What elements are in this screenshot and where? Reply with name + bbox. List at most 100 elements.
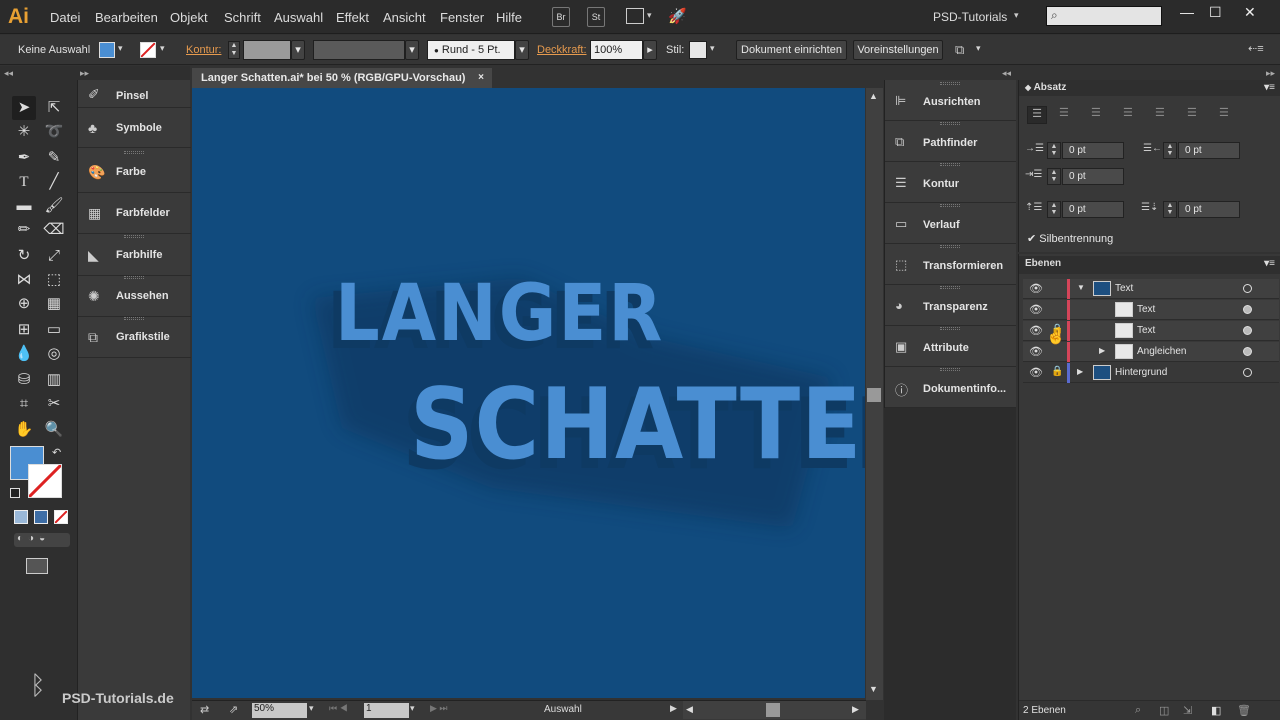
chevron-down-icon[interactable]: ▾ [647, 10, 652, 21]
shape-builder-tool-icon[interactable]: ⊕ [12, 292, 36, 316]
last-artboard-icon[interactable]: ▶ ⏭ [430, 703, 448, 714]
chevron-down-icon[interactable]: ▾ [291, 40, 305, 60]
stroke-weight-stepper[interactable]: ▲ ▼ [228, 41, 240, 59]
stroke-color-box[interactable] [27, 463, 63, 499]
gpu-performance-icon[interactable]: 🚀 [668, 7, 687, 25]
search-input[interactable]: ⌕ [1046, 6, 1162, 26]
color-mode-icon[interactable] [14, 510, 28, 524]
minimize-icon[interactable]: — [1180, 4, 1194, 20]
target-circle-icon[interactable] [1243, 368, 1252, 377]
chevron-down-icon[interactable]: ▾ [309, 703, 314, 714]
chevron-down-icon[interactable]: ▾ [160, 43, 165, 54]
scroll-down-icon[interactable]: ▼ [869, 684, 878, 694]
slice-tool-icon[interactable]: ✂ [42, 392, 66, 416]
gradient-tool-icon[interactable]: ▭ [42, 318, 66, 342]
arrange-documents-icon[interactable] [626, 8, 644, 24]
ebenen-header[interactable]: Ebenen ▾≡ [1019, 256, 1280, 274]
indent-right-stepper[interactable]: ▲ ▼ [1163, 142, 1177, 159]
selection-tool-icon[interactable]: ➤ [12, 96, 36, 120]
panel-pinsel[interactable]: ✐ Pinsel [78, 80, 191, 108]
menu-objekt[interactable]: Objekt [170, 10, 208, 25]
kontur-label[interactable]: Kontur: [186, 44, 221, 56]
stock-button[interactable]: St [587, 7, 605, 27]
vertical-scrollbar[interactable]: ▲ ▼ [866, 88, 883, 700]
chevron-down-icon[interactable]: ▾ [118, 43, 123, 54]
indent-left-stepper[interactable]: ▲ ▼ [1047, 142, 1061, 159]
panel-farbhilfe[interactable]: ◣ Farbhilfe [78, 235, 191, 276]
mesh-tool-icon[interactable]: ⊞ [12, 318, 36, 342]
default-colors-icon[interactable] [10, 488, 20, 498]
layer-row[interactable]: 👁 🔒 ▶ Hintergrund [1023, 363, 1279, 383]
panel-farbfelder[interactable]: ▦ Farbfelder [78, 193, 191, 234]
justify-right-icon[interactable]: ☰ [1187, 106, 1197, 119]
panel-verlauf[interactable]: ▭ Verlauf [885, 203, 1016, 244]
chevron-right-icon[interactable]: ▸ [643, 40, 657, 60]
menu-ansicht[interactable]: Ansicht [383, 10, 426, 25]
absatz-header[interactable]: ◆ Absatz ▾≡ [1019, 80, 1280, 96]
swap-colors-icon[interactable]: ↶ [52, 446, 61, 459]
panel-pathfinder[interactable]: ⧉ Pathfinder [885, 121, 1016, 162]
eyedropper-tool-icon[interactable]: 💧 [12, 342, 36, 366]
new-layer-icon[interactable]: ◧ [1211, 704, 1221, 717]
expand-icon[interactable]: ▸▸ [80, 68, 89, 79]
eye-icon[interactable]: 👁 [1029, 303, 1043, 316]
space-before-field[interactable]: 0 pt [1062, 201, 1124, 218]
lock-icon[interactable]: 🔒 [1051, 366, 1063, 377]
export-icon[interactable]: ⇗ [229, 703, 238, 716]
rotate-tool-icon[interactable]: ↻ [12, 244, 36, 268]
stroke-swatch[interactable] [140, 42, 156, 58]
panel-transformieren[interactable]: ⬚ Transformieren [885, 244, 1016, 285]
chevron-down-icon[interactable]: ▾ [1014, 10, 1019, 21]
current-tool-status[interactable]: Auswahl [544, 704, 582, 715]
menu-bearbeiten[interactable]: Bearbeiten [95, 10, 158, 25]
magic-wand-tool-icon[interactable]: ✳ [12, 120, 36, 144]
menu-effekt[interactable]: Effekt [336, 10, 369, 25]
rectangle-tool-icon[interactable]: ▬ [12, 194, 36, 218]
menu-auswahl[interactable]: Auswahl [274, 10, 323, 25]
eye-icon[interactable]: 👁 [1029, 324, 1043, 337]
first-line-indent-stepper[interactable]: ▲ ▼ [1047, 168, 1061, 185]
chevron-down-icon[interactable]: ▾ [405, 40, 419, 60]
indent-right-field[interactable]: 0 pt [1178, 142, 1240, 159]
panel-menu-icon[interactable]: ⇠≡ [1248, 42, 1264, 55]
locate-object-icon[interactable]: ⌕ [1135, 704, 1141, 717]
lasso-tool-icon[interactable]: ➰ [42, 120, 66, 144]
maximize-icon[interactable]: ☐ [1209, 4, 1222, 21]
layer-row[interactable]: 👁 ▼ Text [1023, 279, 1279, 299]
free-transform-tool-icon[interactable]: ⬚ [42, 268, 66, 292]
panel-attribute[interactable]: ▣ Attribute [885, 326, 1016, 367]
menu-hilfe[interactable]: Hilfe [496, 10, 522, 25]
none-mode-icon[interactable] [54, 510, 68, 524]
chevron-down-icon[interactable]: ▾ [515, 40, 529, 60]
panel-menu-icon[interactable]: ▾≡ [1264, 256, 1275, 272]
line-tool-icon[interactable]: ╱ [42, 170, 66, 194]
panel-grafikstile[interactable]: ⧉ Grafikstile [78, 317, 191, 358]
artboard-canvas[interactable]: LANGER SCHATTEN LANGER SCHATTEN [192, 88, 865, 698]
expand-triangle-icon[interactable]: ▼ [1077, 283, 1085, 292]
scroll-thumb[interactable] [766, 703, 780, 717]
space-after-stepper[interactable]: ▲ ▼ [1163, 201, 1177, 218]
scroll-up-icon[interactable]: ▲ [869, 91, 878, 101]
gradient-mode-icon[interactable] [34, 510, 48, 524]
justify-all-icon[interactable]: ☰ [1219, 106, 1229, 119]
symbol-sprayer-tool-icon[interactable]: ⛁ [12, 368, 36, 392]
type-tool-icon[interactable]: T [12, 170, 36, 194]
zoom-field[interactable]: 50% [252, 703, 307, 718]
justify-center-icon[interactable]: ☰ [1155, 106, 1165, 119]
paintbrush-tool-icon[interactable]: 🖌 [42, 194, 66, 218]
variable-width-profile[interactable] [313, 40, 405, 60]
eye-icon[interactable]: 👁 [1029, 366, 1043, 379]
panel-farbe[interactable]: 🎨 Farbe [78, 152, 191, 193]
close-icon[interactable]: ✕ [1244, 4, 1256, 21]
workspace-switcher[interactable]: PSD-Tutorials [933, 10, 1007, 24]
opacity-field[interactable]: 100% [590, 40, 643, 60]
menu-fenster[interactable]: Fenster [440, 10, 484, 25]
panel-dokumentinfo[interactable]: ⓘ Dokumentinfo... [885, 367, 1016, 408]
panel-transparenz[interactable]: ◕ Transparenz [885, 285, 1016, 326]
menu-datei[interactable]: Datei [50, 10, 80, 25]
scroll-thumb[interactable] [867, 388, 881, 402]
style-swatch[interactable] [689, 41, 707, 59]
target-circle-icon[interactable] [1243, 326, 1252, 335]
space-after-field[interactable]: 0 pt [1178, 201, 1240, 218]
chevron-down-icon[interactable]: ▾ [710, 43, 715, 54]
